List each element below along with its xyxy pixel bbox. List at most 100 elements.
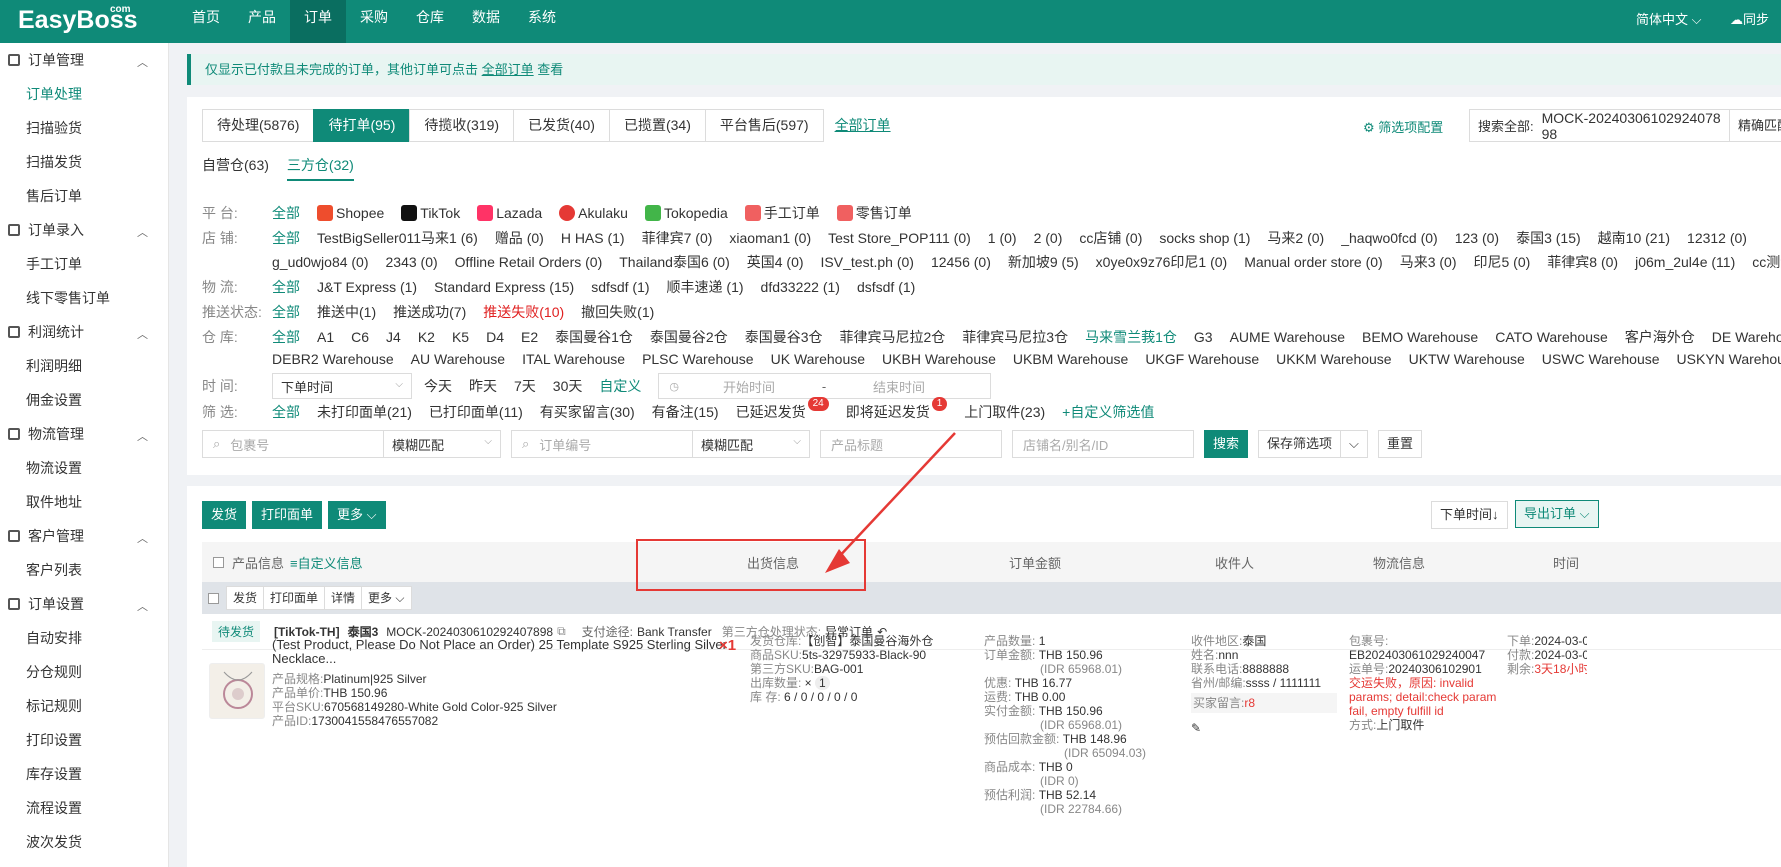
row-detail-button[interactable]: 详情 [324,586,363,610]
nav-home[interactable]: 首页 [178,0,234,43]
edit-note-icon[interactable]: ✎ [1191,721,1337,735]
row-print-button[interactable]: 打印面单 [263,586,326,610]
warehouse-item[interactable]: DE Warehouse [1712,329,1781,345]
time-today[interactable]: 今天 [424,376,452,396]
warehouse-item[interactable]: UKTW Warehouse [1409,351,1525,367]
screen-item[interactable]: 未打印面单(21) [317,402,412,422]
shop-item[interactable]: cc测试店铺 (1) [1752,252,1781,272]
shop-item[interactable]: 1 (0) [988,230,1017,246]
warehouse-item[interactable]: 泰国曼谷3仓 [745,327,823,347]
package-search-input[interactable]: ⌕ 包裹号 [202,430,384,458]
search-button[interactable]: 搜索 [1204,430,1249,458]
push-all[interactable]: 全部 [272,302,300,322]
warehouse-item[interactable]: G3 [1194,329,1213,345]
shop-item[interactable]: H HAS (1) [561,230,625,246]
warehouse-item[interactable]: E2 [521,329,538,345]
warehouse-item[interactable]: UKBH Warehouse [882,351,996,367]
sidebar-group-order-mgmt[interactable]: 订单管理 ︿ [0,43,168,77]
warehouse-item[interactable]: 菲律宾马尼拉2仓 [840,327,946,347]
warehouse-item[interactable]: PLSC Warehouse [642,351,754,367]
tab-shipped[interactable]: 已发货(40) [513,109,610,142]
exact-match-select[interactable]: 精确匹配 [1728,110,1781,141]
sidebar-item-scan-ship[interactable]: 扫描发货 [0,145,168,179]
sidebar-item-wave-ship[interactable]: 波次发货 [0,825,168,859]
shop-item[interactable]: TestBigSeller011马来1 (6) [317,228,478,248]
platform-lazada[interactable]: Lazada [477,205,542,221]
screen-item[interactable]: 上门取件(23) [964,402,1045,422]
nav-warehouse[interactable]: 仓库 [402,0,458,43]
product-thumbnail[interactable] [209,663,265,719]
screen-soon-delayed[interactable]: 即将延迟发货 1 [846,397,948,422]
shop-item[interactable]: 2 (0) [1034,230,1063,246]
tab-to-collect[interactable]: 待揽收(319) [409,109,515,142]
shop-item[interactable]: 新加坡9 (5) [1008,252,1079,272]
sidebar-item-scan-check[interactable]: 扫描验货 [0,111,168,145]
ship-button[interactable]: 发货 [202,501,247,529]
row-more-button[interactable]: 更多 ⌵ [361,586,412,610]
warehouse-item[interactable]: A1 [317,329,334,345]
warehouse-item[interactable]: AUME Warehouse [1230,329,1345,345]
sidebar-group-logistics[interactable]: 物流管理 ︿ [0,417,168,451]
nav-system[interactable]: 系统 [514,0,570,43]
shop-item[interactable]: 菲律宾8 (0) [1547,252,1618,272]
shop-item[interactable]: x0ye0x9z76印尼1 (0) [1096,252,1228,272]
row-checkbox[interactable] [208,592,219,604]
push-item[interactable]: 推送中(1) [317,302,376,322]
logistics-item[interactable]: sdfsdf (1) [591,279,649,295]
shop-item[interactable]: Thailand泰国6 (0) [619,252,730,272]
shop-item[interactable]: 12456 (0) [931,254,991,270]
nav-data[interactable]: 数据 [458,0,514,43]
warehouse-item[interactable]: K5 [452,329,469,345]
sort-select[interactable]: 下单时间↓ [1431,501,1508,529]
logistics-item[interactable]: dsfsdf (1) [857,279,915,295]
warehouse-item[interactable]: 泰国曼谷2仓 [650,327,728,347]
sidebar-item-pickup-address[interactable]: 取件地址 [0,485,168,519]
logistics-item[interactable]: J&T Express (1) [317,279,417,295]
shop-item[interactable]: 泰国3 (15) [1516,228,1581,248]
time-30days[interactable]: 30天 [553,376,583,396]
warehouse-item[interactable]: USKYN Warehouse [1677,351,1781,367]
warehouse-item[interactable]: J4 [386,329,401,345]
sidebar-item-profit-detail[interactable]: 利润明细 [0,349,168,383]
time-yesterday[interactable]: 昨天 [469,376,497,396]
warehouse-item[interactable]: UK Warehouse [771,351,865,367]
warehouse-item[interactable]: UKGF Warehouse [1145,351,1259,367]
product-title[interactable]: (Test Product, Please Do Not Place an Or… [272,638,732,666]
logistics-item[interactable]: Standard Express (15) [434,279,574,295]
shop-all[interactable]: 全部 [272,228,300,248]
product-title-input[interactable]: 产品标题 [820,430,1002,458]
warehouse-item[interactable]: CATO Warehouse [1495,329,1608,345]
order-match-select[interactable]: 模糊匹配 ⌵ [692,430,810,458]
warehouse-item[interactable]: USWC Warehouse [1542,351,1660,367]
date-range-picker[interactable]: ◷ 开始时间 - 结束时间 [658,373,992,399]
shop-item[interactable]: 12312 (0) [1687,230,1747,246]
warehouse-item[interactable]: AU Warehouse [411,351,505,367]
filter-config-button[interactable]: ⚙ 筛选项配置 [1363,117,1443,136]
export-orders-button[interactable]: 导出订单 ⌵ [1515,500,1599,528]
warehouse-item[interactable]: UKBM Warehouse [1013,351,1128,367]
time-custom[interactable]: 自定义 [599,376,641,396]
sidebar-item-manual[interactable]: 手工订单 [0,247,168,281]
warehouse-item[interactable]: BEMO Warehouse [1362,329,1478,345]
screen-all[interactable]: 全部 [272,402,300,422]
sidebar-item-mark-rule[interactable]: 标记规则 [0,689,168,723]
warehouse-item[interactable]: 客户海外仓 [1625,327,1695,347]
platform-akulaku[interactable]: Akulaku [559,205,628,221]
warehouse-all[interactable]: 全部 [272,327,300,347]
shop-item[interactable]: cc店铺 (0) [1079,228,1142,248]
screen-item[interactable]: 有备注(15) [652,402,719,422]
shop-item[interactable]: 2343 (0) [386,254,438,270]
order-search-input[interactable]: ⌕ 订单编号 [511,430,693,458]
platform-all[interactable]: 全部 [272,203,300,223]
search-all-input[interactable]: MOCK-20240306102924078​98 [1542,110,1729,142]
shop-item[interactable]: socks shop (1) [1159,230,1250,246]
more-button[interactable]: 更多 ⌵ [328,501,386,529]
sidebar-item-customer-list[interactable]: 客户列表 [0,553,168,587]
logistics-all[interactable]: 全部 [272,277,300,297]
platform-manual[interactable]: 手工订单 [744,203,820,223]
tab-aftersale[interactable]: 平台售后(597) [704,109,824,142]
nav-purchase[interactable]: 采购 [346,0,402,43]
shop-item[interactable]: Offline Retail Orders (0) [455,254,603,270]
sidebar-item-stock-setting[interactable]: 库存设置 [0,757,168,791]
screen-item[interactable]: 已打印面单(11) [429,402,523,422]
